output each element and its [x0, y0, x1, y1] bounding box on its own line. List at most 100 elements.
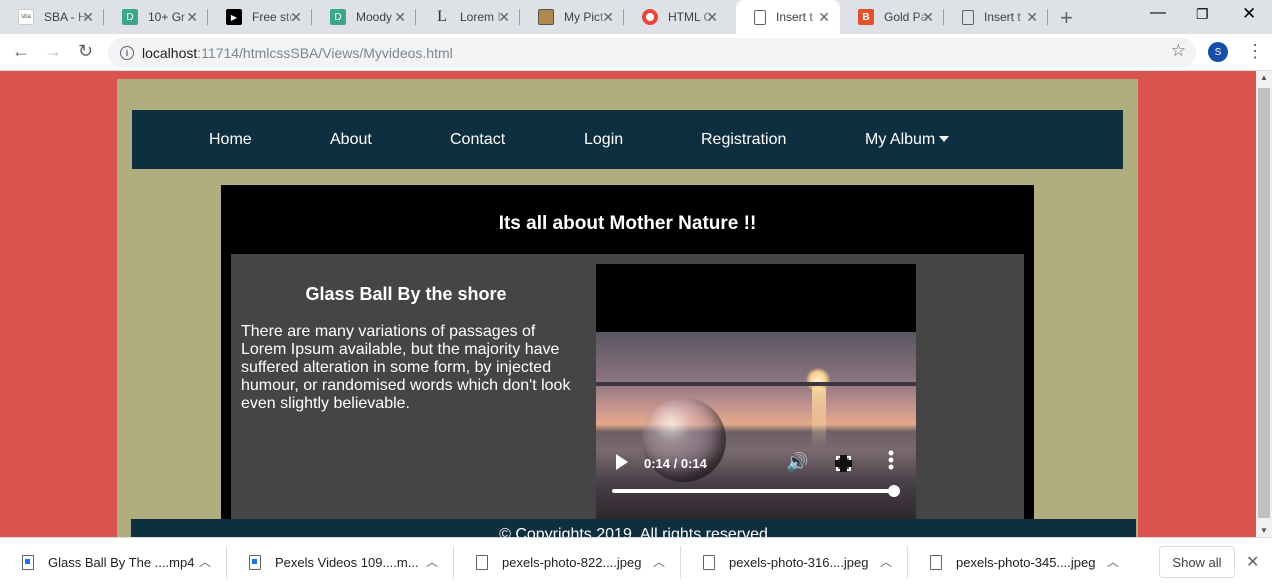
- file-icon: [476, 555, 488, 570]
- browser-toolbar: ← → ↻ i localhost:11714/htmlcssSBA/Views…: [0, 34, 1272, 71]
- window-close-icon[interactable]: ✕: [1242, 4, 1256, 24]
- nav-home[interactable]: Home: [209, 131, 252, 149]
- nav-login[interactable]: Login: [584, 131, 623, 149]
- chevron-up-icon[interactable]: ︿: [880, 553, 892, 570]
- download-shelf: Glass Ball By The ....mp4 ︿ Pexels Video…: [0, 537, 1272, 586]
- url-host: localhost: [142, 44, 198, 61]
- site-footer: © Copyrights 2019, All rights reserved: [131, 519, 1136, 537]
- close-icon[interactable]: ✕: [1026, 9, 1038, 26]
- chevron-up-icon[interactable]: ︿: [1107, 553, 1119, 570]
- nav-registration[interactable]: Registration: [701, 131, 786, 149]
- close-icon[interactable]: ✕: [602, 9, 614, 26]
- info-icon[interactable]: i: [120, 45, 134, 60]
- download-filename: Glass Ball By The ....mp4: [48, 555, 195, 570]
- bookmark-star-icon[interactable]: ☆: [1171, 41, 1186, 61]
- download-filename: pexels-photo-316....jpeg: [729, 555, 869, 570]
- chevron-up-icon[interactable]: ︿: [199, 553, 211, 570]
- page-viewport: Home About Contact Login Registration My…: [0, 71, 1256, 537]
- close-icon[interactable]: ✕: [706, 9, 718, 26]
- sba-favicon-icon: sba: [18, 9, 34, 25]
- close-icon[interactable]: ✕: [82, 9, 94, 26]
- tab-free-stock[interactable]: ▶ Free sto ✕: [208, 0, 312, 34]
- video-card: Glass Ball By the shore There are many v…: [231, 254, 1024, 537]
- video-controls: 0:14 / 0:14 🔊 • • •: [596, 444, 916, 524]
- opera-favicon-icon: [642, 9, 658, 25]
- restore-icon[interactable]: ❐: [1196, 6, 1209, 23]
- download-filename: pexels-photo-822....jpeg: [502, 555, 642, 570]
- caret-down-icon: [939, 136, 950, 142]
- close-shelf-icon[interactable]: ✕: [1246, 552, 1259, 572]
- seek-handle[interactable]: [888, 485, 900, 497]
- content-section: Its all about Mother Nature !! Glass Bal…: [221, 185, 1034, 537]
- scroll-thumb[interactable]: [1258, 88, 1270, 518]
- more-options-icon[interactable]: • • •: [887, 444, 895, 476]
- seek-bar[interactable]: [612, 489, 894, 493]
- new-tab-icon[interactable]: +: [1060, 5, 1073, 31]
- page-container: Home About Contact Login Registration My…: [117, 79, 1138, 537]
- tab-title: Insert t: [984, 10, 1021, 24]
- nav-about[interactable]: About: [330, 131, 372, 149]
- menu-kebab-icon[interactable]: ⋮: [1246, 41, 1264, 62]
- tab-insert[interactable]: Insert t ✕: [944, 0, 1048, 34]
- tab-strip: sba SBA - H ✕ D 10+ Gr ✕ ▶ Free sto ✕ D …: [0, 0, 1272, 34]
- download-item[interactable]: Glass Ball By The ....mp4 ︿: [0, 538, 227, 586]
- tab-title: Insert t: [776, 10, 813, 24]
- fullscreen-icon[interactable]: [835, 455, 852, 472]
- download-item[interactable]: pexels-photo-345....jpeg ︿: [908, 538, 1135, 586]
- close-icon[interactable]: ✕: [394, 9, 406, 26]
- tab-sba[interactable]: sba SBA - H ✕: [0, 0, 104, 34]
- close-icon[interactable]: ✕: [186, 9, 198, 26]
- page-scrollbar[interactable]: ▲ ▼: [1256, 71, 1272, 537]
- url-path: :11714/htmlcssSBA/Views/Myvideos.html: [197, 44, 453, 61]
- close-icon[interactable]: ✕: [818, 9, 830, 26]
- site-navbar: Home About Contact Login Registration My…: [132, 110, 1123, 169]
- d-favicon-icon: D: [122, 9, 138, 25]
- card-description: There are many variations of passages of…: [241, 323, 571, 412]
- nav-contact[interactable]: Contact: [450, 131, 505, 149]
- tab-html[interactable]: HTML C ✕: [624, 0, 728, 34]
- sun-reflection: [812, 388, 826, 448]
- play-icon[interactable]: [616, 454, 628, 470]
- chevron-up-icon[interactable]: ︿: [653, 553, 665, 570]
- section-heading: Its all about Mother Nature !!: [498, 213, 757, 234]
- d-favicon-icon: D: [330, 9, 346, 25]
- play-favicon-icon: ▶: [226, 9, 242, 25]
- tab-insert-active[interactable]: Insert t ✕: [736, 0, 840, 34]
- tab-moody[interactable]: D Moody ✕: [312, 0, 416, 34]
- volume-icon[interactable]: 🔊: [786, 452, 808, 473]
- minimize-icon[interactable]: —: [1150, 4, 1166, 22]
- tab-lorem[interactable]: L Lorem I ✕: [416, 0, 520, 34]
- document-favicon-icon: [754, 9, 766, 25]
- show-all-button[interactable]: Show all: [1159, 546, 1235, 578]
- scroll-down-icon[interactable]: ▼: [1260, 526, 1268, 535]
- l-favicon-icon: L: [437, 8, 447, 25]
- close-icon[interactable]: ✕: [922, 9, 934, 26]
- download-item[interactable]: pexels-photo-316....jpeg ︿: [681, 538, 908, 586]
- address-bar[interactable]: i localhost:11714/htmlcssSBA/Views/Myvid…: [108, 38, 1196, 67]
- profile-avatar[interactable]: S: [1208, 42, 1228, 62]
- tab-gold-pa[interactable]: B Gold Pa ✕: [840, 0, 944, 34]
- nav-my-album[interactable]: My Album: [865, 131, 950, 149]
- tab-10-gr[interactable]: D 10+ Gr ✕: [104, 0, 208, 34]
- video-time: 0:14 / 0:14: [644, 456, 707, 471]
- reload-icon[interactable]: ↻: [78, 41, 93, 62]
- download-item[interactable]: Pexels Videos 109....m... ︿: [227, 538, 454, 586]
- forward-icon[interactable]: →: [44, 41, 62, 62]
- nav-my-album-label: My Album: [865, 131, 936, 148]
- chevron-up-icon[interactable]: ︿: [426, 553, 438, 570]
- file-icon: [703, 555, 715, 570]
- download-filename: Pexels Videos 109....m...: [275, 555, 419, 570]
- scroll-up-icon[interactable]: ▲: [1260, 73, 1268, 82]
- blogger-favicon-icon: B: [858, 9, 874, 25]
- image-favicon-icon: [538, 9, 554, 25]
- video-file-icon: [249, 555, 261, 570]
- close-icon[interactable]: ✕: [498, 9, 510, 26]
- card-title: Glass Ball By the shore: [305, 284, 507, 304]
- back-icon[interactable]: ←: [12, 41, 30, 62]
- tab-my-pictures[interactable]: My Pict ✕: [520, 0, 624, 34]
- close-icon[interactable]: ✕: [290, 9, 302, 26]
- document-favicon-icon: [962, 9, 974, 25]
- download-filename: pexels-photo-345....jpeg: [956, 555, 1096, 570]
- download-item[interactable]: pexels-photo-822....jpeg ︿: [454, 538, 681, 586]
- video-player[interactable]: 0:14 / 0:14 🔊 • • •: [596, 264, 916, 524]
